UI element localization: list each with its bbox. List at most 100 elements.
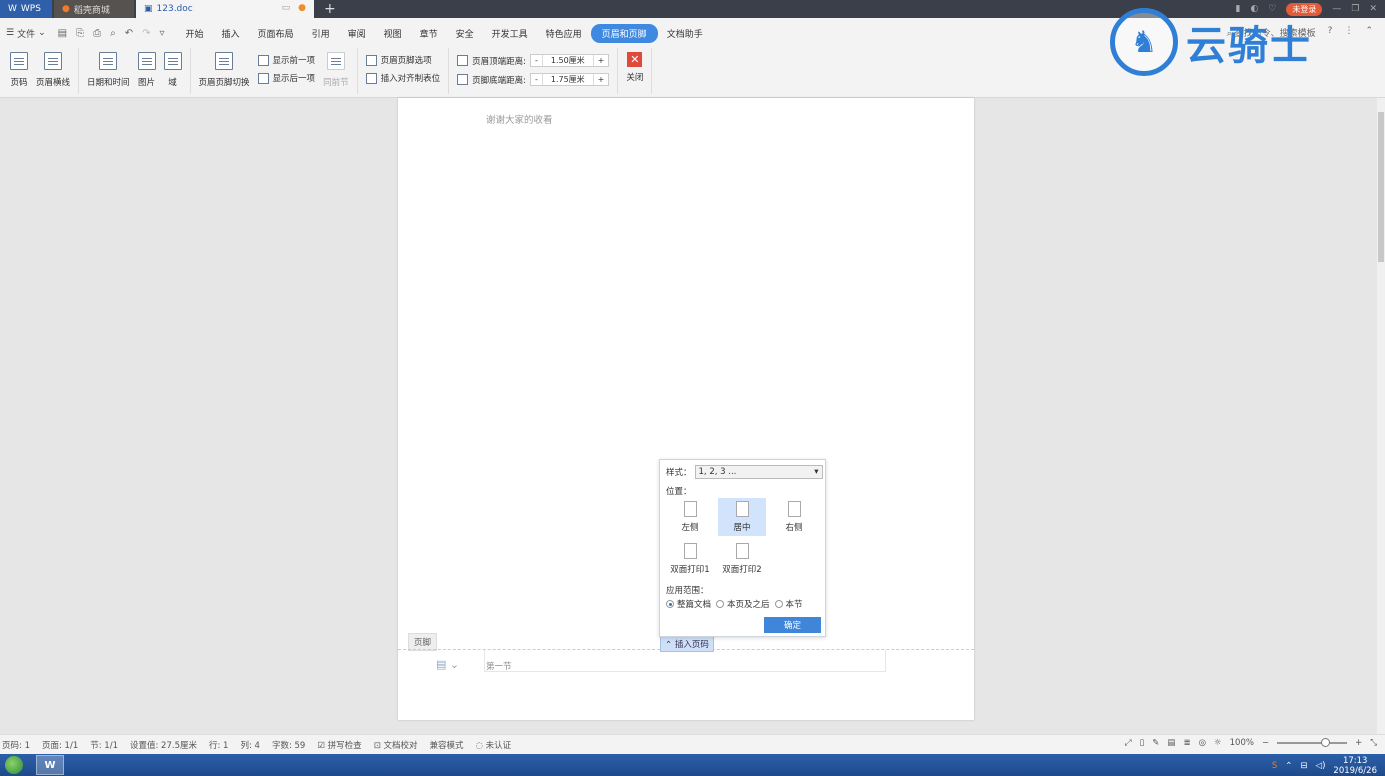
switch-header-footer-button[interactable]: 页眉页脚切换 [195,52,254,88]
decrement-icon[interactable]: - [531,56,542,65]
start-button[interactable] [0,754,28,776]
zoom-slider[interactable] [1277,738,1348,747]
new-tab-button[interactable]: + [314,0,346,18]
proofread-button[interactable]: ⊡ 文档校对 [374,739,418,751]
window-layout-icon[interactable]: ▮ [1235,4,1240,14]
taskbar-wps-app[interactable]: W [36,755,64,775]
fit-icon[interactable]: ⤡ [1370,738,1377,748]
menu-doc-assistant[interactable]: 文档助手 [658,27,712,40]
more-icon[interactable]: ⋮ [1344,26,1353,39]
sogou-ime-icon[interactable]: S [1272,761,1277,771]
menu-header-footer[interactable]: 页眉和页脚 [590,23,658,43]
zoom-knob[interactable] [1321,738,1331,747]
export-icon[interactable]: ⎘ [76,28,84,39]
eye-protect-icon[interactable]: ☼ [1214,738,1222,748]
restore-icon[interactable]: ❐ [1351,4,1359,14]
close-header-footer-button[interactable]: ✕ 关闭 [622,52,647,83]
outline-view-icon[interactable]: ≣ [1183,738,1190,748]
preview-icon[interactable]: ⌕ [110,28,116,39]
cert-status[interactable]: ◌ 未认证 [476,739,512,751]
tray-expand-icon[interactable]: ⌃ [1285,761,1292,771]
position-right[interactable]: 右侧 [770,498,818,536]
range-this-page-after[interactable]: 本页及之后 [716,598,770,610]
range-this-section[interactable]: 本节 [774,598,803,610]
show-next-button[interactable]: 显示后一项 [257,72,315,84]
menu-features[interactable]: 特色应用 [537,27,591,40]
ribbon-group-content: 日期和时间 图片 域 [79,48,191,94]
search-command[interactable]: ⌕ 查找命令、搜索模板 [1227,26,1316,39]
insert-align-tab-button[interactable]: 插入对齐制表位 [365,72,440,84]
show-prev-button[interactable]: 显示前一项 [257,54,315,66]
header-line-button[interactable]: 页眉横线 [32,52,74,88]
network-icon[interactable]: ⊟ [1300,761,1307,771]
save-icon[interactable]: ▤ [58,28,67,39]
collapse-ribbon-icon[interactable]: ⌃ [1365,26,1373,39]
read-mode-icon[interactable]: ▯ [1140,738,1145,748]
login-badge[interactable]: 未登录 [1286,2,1323,16]
print-icon[interactable]: ⎙ [93,28,101,39]
position-center[interactable]: 居中 [718,498,766,536]
menu-chapter[interactable]: 章节 [411,27,447,40]
skin-icon[interactable]: ◐ [1250,4,1258,14]
menu-insert[interactable]: 插入 [213,27,249,40]
footer-bottom-value[interactable]: 1.75厘米 [541,74,594,85]
customize-icon[interactable]: ▿ [159,28,164,39]
picture-button[interactable]: 图片 [134,52,160,88]
help-icon[interactable]: ? [1328,26,1333,39]
footer-options-icon[interactable]: ▤ ⌄ [436,658,459,671]
zoom-in-icon[interactable]: + [1355,738,1362,748]
menu-layout[interactable]: 页面布局 [249,27,303,40]
minimize-icon[interactable]: — [1332,4,1341,14]
increment-icon[interactable]: + [594,56,609,65]
zoom-out-icon[interactable]: − [1262,738,1269,748]
pen-icon[interactable]: ✎ [1152,738,1159,748]
web-view-icon[interactable]: ◎ [1199,738,1206,748]
fullscreen-icon[interactable]: ⤢ [1125,738,1132,748]
header-top-spinner[interactable]: - 1.50厘米 + [529,54,610,67]
tab-document[interactable]: ▣ 123.doc ▭ ● [136,0,314,18]
tab-store[interactable]: ● 稻壳商城 [54,0,134,18]
insert-page-number-button[interactable]: ⌃ 插入页码 [660,636,714,652]
redo-icon[interactable]: ↷ [142,28,150,39]
vertical-scrollbar[interactable] [1377,98,1385,734]
show-next-icon [257,72,269,84]
position-left[interactable]: 左侧 [666,498,714,536]
style-select[interactable]: 1, 2, 3 ... ▾ [694,465,823,479]
field-button[interactable]: 域 [160,52,186,88]
footer-bottom-spinner[interactable]: - 1.75厘米 + [529,73,610,86]
ok-button[interactable]: 确定 [764,617,821,633]
position-duplex-1[interactable]: 双面打印1 [666,540,714,578]
increment-icon[interactable]: + [594,75,609,84]
page-view-icon[interactable]: ▤ [1167,738,1175,748]
menu-view[interactable]: 视图 [375,27,411,40]
menu-security[interactable]: 安全 [447,27,483,40]
header-footer-options-button[interactable]: 页眉页脚选项 [365,54,441,66]
decrement-icon[interactable]: - [531,75,542,84]
same-as-prev-button[interactable]: 同前节 [319,52,353,88]
zoom-level[interactable]: 100% [1230,738,1254,748]
scrollbar-thumb[interactable] [1378,112,1384,262]
undo-icon[interactable]: ↶ [125,28,133,39]
status-words[interactable]: 字数: 59 [272,739,305,751]
page-number-button[interactable]: 页码 [6,52,32,88]
volume-icon[interactable]: ◁) [1316,761,1326,771]
body-text[interactable]: 谢谢大家的收看 [486,112,553,126]
menu-review[interactable]: 审阅 [339,27,375,40]
position-duplex-2[interactable]: 双面打印2 [718,540,766,578]
header-top-value[interactable]: 1.50厘米 [541,55,594,66]
tab-wps[interactable]: W WPS [0,0,52,18]
unsaved-dot-icon[interactable]: ● [298,3,306,13]
spell-check-button[interactable]: ☑ 拼写检查 [317,739,361,751]
close-window-icon[interactable]: ✕ [1369,4,1377,14]
file-menu[interactable]: ☰ 文件 ⌄ [6,27,46,40]
menu-developer[interactable]: 开发工具 [483,27,537,40]
shirt-icon[interactable]: ♡ [1268,4,1276,14]
menu-home[interactable]: 开始 [177,27,213,40]
menu-references[interactable]: 引用 [303,27,339,40]
clock[interactable]: 17:13 2019/6/26 [1333,756,1377,776]
range-whole-doc[interactable]: 整篇文档 [666,598,711,610]
page-center-icon [735,501,749,517]
pin-icon[interactable]: ▭ [282,3,291,13]
footer-edit-area[interactable] [484,650,886,672]
date-time-button[interactable]: 日期和时间 [83,52,134,88]
